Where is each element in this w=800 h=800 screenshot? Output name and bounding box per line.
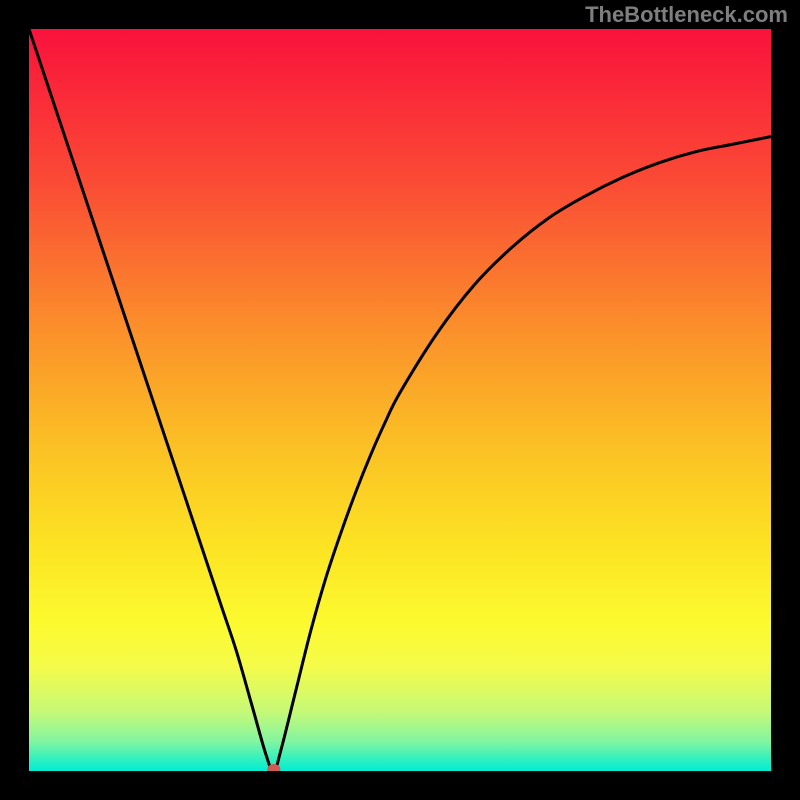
chart-background (29, 29, 771, 771)
attribution-text: TheBottleneck.com (585, 2, 788, 28)
chart-frame: TheBottleneck.com (0, 0, 800, 800)
bottleneck-chart (29, 29, 771, 771)
